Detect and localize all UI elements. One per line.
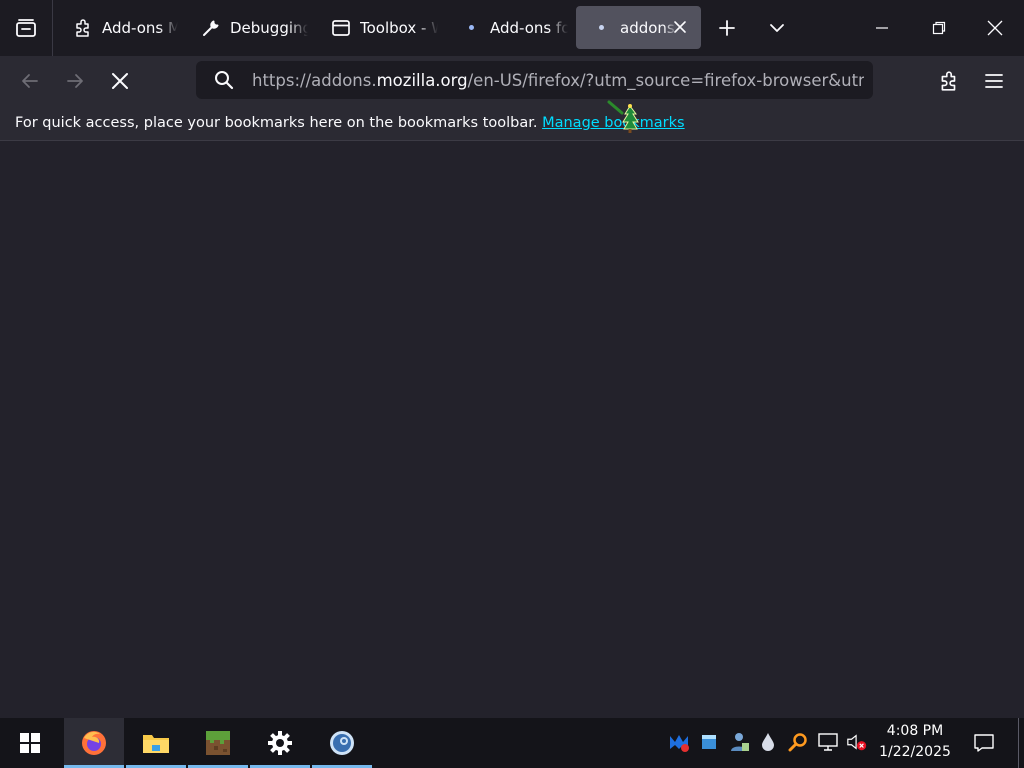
list-all-tabs-button[interactable]: [759, 10, 795, 46]
action-center-button[interactable]: [966, 718, 1002, 768]
app-menu-button[interactable]: [976, 63, 1012, 99]
url-bar[interactable]: https://addons.mozilla.org/en-US/firefox…: [196, 61, 873, 99]
back-button[interactable]: [12, 63, 48, 99]
notification-icon: [974, 734, 994, 752]
clock-time: 4:08 PM: [886, 723, 944, 739]
windows-start-icon: [20, 733, 40, 753]
window-icon: [330, 17, 352, 39]
chevron-down-icon: [770, 24, 784, 32]
tray-network-user[interactable]: [728, 731, 750, 753]
new-tab-button[interactable]: [709, 10, 745, 46]
minimize-icon: [876, 27, 888, 29]
puzzle-icon: [72, 17, 94, 39]
close-icon: [987, 20, 1003, 36]
loading-dot-icon: [460, 17, 482, 39]
restore-button[interactable]: [911, 0, 967, 56]
url-host: mozilla.org: [376, 70, 468, 90]
url-prefix: https://addons.: [252, 70, 377, 90]
stop-button[interactable]: [102, 63, 138, 99]
navigation-toolbar: https://addons.mozilla.org/en-US/firefox…: [0, 56, 1024, 106]
wrench-icon: [200, 17, 222, 39]
taskbar-settings[interactable]: [250, 718, 310, 768]
windows-taskbar: 4:08 PM 1/22/2025: [0, 718, 1024, 768]
network-icon: [818, 733, 838, 751]
search-icon: [196, 70, 252, 90]
tab-title: Toolbox - W: [360, 18, 438, 37]
volume-muted-icon: [847, 734, 867, 751]
taskbar-firefox[interactable]: [64, 718, 124, 768]
droplet-icon: [762, 733, 774, 751]
forward-button[interactable]: [57, 63, 93, 99]
file-explorer-icon: [143, 735, 169, 753]
taskbar-minecraft[interactable]: [188, 718, 248, 768]
minimize-button[interactable]: [854, 0, 910, 56]
url-suffix: /en-US/firefox/?utm_source=firefox-brows…: [467, 70, 864, 90]
steam-like-icon: [330, 731, 354, 755]
taskbar-file-explorer[interactable]: [126, 718, 186, 768]
christmas-tree-cursor-icon: [607, 100, 639, 133]
tab-addons-manager[interactable]: Add-ons M: [58, 6, 178, 49]
tab-debugging[interactable]: Debugging: [186, 6, 308, 49]
page-content: [0, 141, 1024, 719]
tab-title: Add-ons fo: [490, 18, 568, 37]
network-user-icon: [731, 733, 749, 751]
tray-malwarebytes[interactable]: [668, 731, 690, 753]
tab-toolbox[interactable]: Toolbox - W: [316, 6, 438, 49]
firefox-icon: [82, 731, 106, 755]
url-text[interactable]: https://addons.mozilla.org/en-US/firefox…: [252, 71, 864, 90]
tab-list-button[interactable]: [0, 0, 53, 56]
plus-icon: [719, 20, 735, 36]
tray-volume[interactable]: [846, 731, 868, 753]
bookmarks-toolbar: For quick access, place your bookmarks h…: [0, 100, 1024, 141]
tab-addons-active[interactable]: addons.m: [576, 6, 701, 49]
puzzle-icon: [941, 71, 956, 91]
minecraft-icon: [206, 731, 230, 755]
tray-app-one[interactable]: [698, 731, 720, 753]
loading-dot-icon: [590, 17, 612, 39]
bookmarks-message: For quick access, place your bookmarks h…: [15, 115, 538, 131]
tab-title: Debugging: [230, 18, 308, 37]
taskbar-app[interactable]: [312, 718, 372, 768]
tray-app-icon: [702, 735, 716, 749]
close-window-button[interactable]: [967, 0, 1023, 56]
search-tool-icon: [788, 733, 807, 752]
tab-title: Add-ons M: [102, 18, 178, 37]
clock-date: 1/22/2025: [879, 744, 951, 760]
arrow-right-icon: [67, 74, 83, 88]
show-desktop-divider[interactable]: [1018, 718, 1019, 768]
tray-search-tool[interactable]: [787, 731, 809, 753]
arrow-left-icon: [22, 74, 38, 88]
hamburger-menu-icon: [985, 74, 1003, 88]
tray-list-icon: [16, 19, 36, 37]
tray-network[interactable]: [817, 731, 839, 753]
restore-icon: [932, 21, 946, 35]
tray-droplet[interactable]: [757, 731, 779, 753]
start-button[interactable]: [0, 718, 60, 768]
tab-addons-for-firefox[interactable]: Add-ons fo: [446, 6, 568, 49]
settings-icon: [268, 731, 292, 755]
stop-icon: [112, 73, 128, 89]
close-tab-icon[interactable]: [669, 16, 691, 38]
extensions-button[interactable]: [931, 63, 967, 99]
malwarebytes-icon: [670, 735, 689, 752]
taskbar-clock[interactable]: 4:08 PM 1/22/2025: [872, 721, 958, 763]
